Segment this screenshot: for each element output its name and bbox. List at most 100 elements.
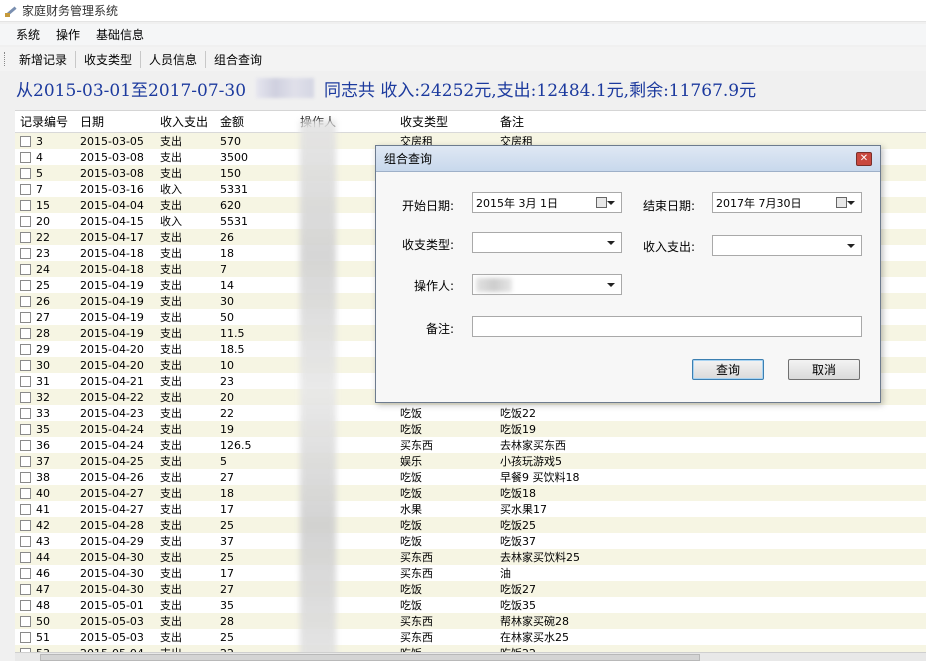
row-checkbox[interactable] (20, 631, 31, 643)
row-checkbox[interactable] (20, 439, 31, 451)
menu-operation[interactable]: 操作 (48, 26, 88, 43)
row-checkbox[interactable] (20, 567, 31, 579)
header-id[interactable]: 记录编号 (15, 113, 75, 130)
row-checkbox[interactable] (20, 423, 31, 435)
scrollbar-thumb[interactable] (40, 654, 700, 661)
cell-inout: 支出 (160, 231, 182, 244)
table-row[interactable]: 35 2015-04-24 支出 19 吃饭 吃饭19 (15, 421, 926, 437)
cell-date: 2015-04-27 (80, 486, 144, 500)
table-row[interactable]: 38 2015-04-26 支出 27 吃饭 早餐9 买饮料18 (15, 469, 926, 485)
cell-amount: 150 (220, 166, 241, 180)
cell-amount: 26 (220, 230, 234, 244)
table-row[interactable]: 41 2015-04-27 支出 17 水果 买水果17 (15, 501, 926, 517)
row-checkbox[interactable] (20, 535, 31, 547)
table-row[interactable]: 47 2015-04-30 支出 27 吃饭 吃饭27 (15, 581, 926, 597)
row-checkbox[interactable] (20, 391, 31, 403)
row-checkbox[interactable] (20, 231, 31, 243)
header-remark[interactable]: 备注 (495, 113, 915, 130)
row-checkbox[interactable] (20, 503, 31, 515)
chevron-down-icon[interactable] (607, 201, 615, 205)
row-checkbox[interactable] (20, 263, 31, 275)
start-date-picker[interactable]: 2015年 3月 1日 (472, 192, 622, 213)
table-row[interactable]: 46 2015-04-30 支出 17 买东西 油 (15, 565, 926, 581)
record-id: 29 (36, 342, 50, 356)
person-info-button[interactable]: 人员信息 (141, 50, 207, 68)
row-checkbox[interactable] (20, 199, 31, 211)
row-checkbox[interactable] (20, 327, 31, 339)
row-checkbox[interactable] (20, 167, 31, 179)
toolbar-grip[interactable] (4, 52, 7, 66)
calendar-icon[interactable] (596, 197, 607, 208)
row-checkbox[interactable] (20, 311, 31, 323)
cell-inout: 支出 (160, 615, 182, 628)
table-row[interactable]: 36 2015-04-24 支出 126.5 买东西 去林家买东西 (15, 437, 926, 453)
cell-remark: 吃饭25 (500, 519, 536, 532)
row-checkbox[interactable] (20, 295, 31, 307)
row-checkbox[interactable] (20, 599, 31, 611)
type-select[interactable] (472, 232, 622, 253)
row-checkbox[interactable] (20, 551, 31, 563)
inout-select[interactable] (712, 235, 862, 256)
add-record-button[interactable]: 新增记录 (11, 50, 77, 68)
cell-id: 33 (15, 407, 75, 420)
chevron-down-icon[interactable] (607, 283, 615, 287)
type-label: 收支类型: (402, 238, 455, 252)
row-checkbox[interactable] (20, 519, 31, 531)
row-checkbox[interactable] (20, 615, 31, 627)
cell-date: 2015-04-17 (80, 230, 144, 244)
horizontal-scrollbar[interactable] (15, 652, 926, 661)
combined-query-button[interactable]: 组合查询 (206, 51, 270, 68)
table-row[interactable]: 51 2015-05-03 支出 25 买东西 在林家买水25 (15, 629, 926, 645)
menu-system[interactable]: 系统 (8, 26, 48, 43)
table-row[interactable]: 48 2015-05-01 支出 35 吃饭 吃饭35 (15, 597, 926, 613)
chevron-down-icon[interactable] (847, 201, 855, 205)
chevron-down-icon[interactable] (607, 241, 615, 245)
cell-inout: 支出 (160, 407, 182, 420)
cell-id: 15 (15, 199, 75, 212)
table-row[interactable]: 44 2015-04-30 支出 25 买东西 去林家买饮料25 (15, 549, 926, 565)
header-inout[interactable]: 收入支出 (155, 113, 215, 130)
row-checkbox[interactable] (20, 359, 31, 371)
header-amount[interactable]: 金额 (215, 113, 295, 130)
cancel-button[interactable]: 取消 (788, 359, 860, 380)
row-checkbox[interactable] (20, 583, 31, 595)
remark-input[interactable] (472, 316, 862, 337)
chevron-down-icon[interactable] (847, 244, 855, 248)
cell-type: 吃饭 (400, 583, 422, 596)
row-checkbox[interactable] (20, 343, 31, 355)
row-checkbox[interactable] (20, 375, 31, 387)
cell-date: 2015-03-08 (80, 166, 144, 180)
cell-remark: 早餐9 买饮料18 (500, 471, 580, 484)
end-date-picker[interactable]: 2017年 7月30日 (712, 192, 862, 213)
row-checkbox[interactable] (20, 183, 31, 195)
summary-range: 从2015-03-01至2017-07-30 (16, 80, 247, 101)
query-button[interactable]: 查询 (692, 359, 764, 380)
cell-inout: 支出 (160, 295, 182, 308)
header-type[interactable]: 收支类型 (395, 113, 495, 130)
category-types-button[interactable]: 收支类型 (76, 50, 142, 68)
row-checkbox[interactable] (20, 279, 31, 291)
menu-basic-info[interactable]: 基础信息 (88, 26, 152, 43)
table-row[interactable]: 33 2015-04-23 支出 22 吃饭 吃饭22 (15, 405, 926, 421)
table-row[interactable]: 50 2015-05-03 支出 28 买东西 帮林家买碗28 (15, 613, 926, 629)
row-checkbox[interactable] (20, 487, 31, 499)
cell-inout: 支出 (160, 391, 182, 404)
row-checkbox[interactable] (20, 135, 31, 147)
row-checkbox[interactable] (20, 471, 31, 483)
table-row[interactable]: 42 2015-04-28 支出 25 吃饭 吃饭25 (15, 517, 926, 533)
table-row[interactable]: 40 2015-04-27 支出 18 吃饭 吃饭18 (15, 485, 926, 501)
calendar-icon[interactable] (836, 197, 847, 208)
row-checkbox[interactable] (20, 151, 31, 163)
row-checkbox[interactable] (20, 215, 31, 227)
close-icon[interactable]: ✕ (856, 152, 872, 166)
row-checkbox[interactable] (20, 455, 31, 467)
row-checkbox[interactable] (20, 407, 31, 419)
row-checkbox[interactable] (20, 247, 31, 259)
cell-date: 2015-03-05 (80, 134, 144, 148)
table-row[interactable]: 43 2015-04-29 支出 37 吃饭 吃饭37 (15, 533, 926, 549)
operator-select[interactable] (472, 274, 622, 295)
table-row[interactable]: 37 2015-04-25 支出 5 娱乐 小孩玩游戏5 (15, 453, 926, 469)
record-id: 37 (36, 454, 50, 468)
record-id: 15 (36, 198, 50, 212)
header-date[interactable]: 日期 (75, 113, 155, 130)
